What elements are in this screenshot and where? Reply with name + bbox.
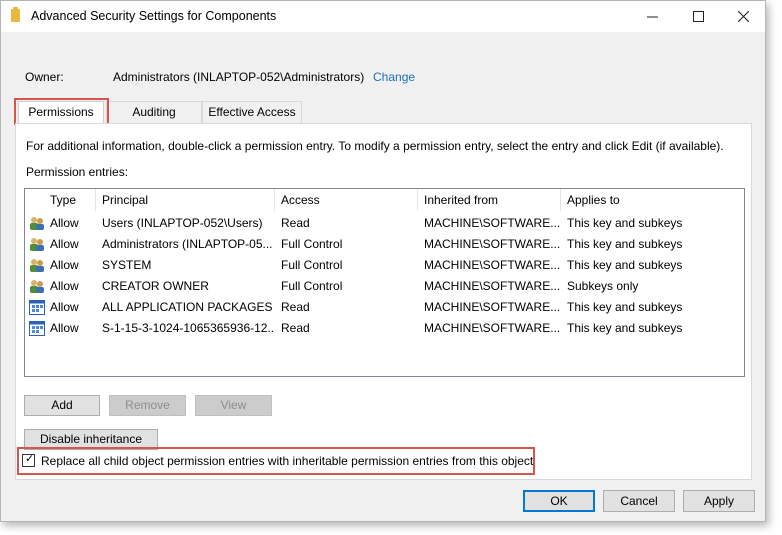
column-header-applies[interactable]: Applies to: [561, 189, 744, 211]
permission-entry-row[interactable]: Allow Administrators (INLAPTOP-05... Full …: [25, 234, 744, 255]
cell-principal: ALL APPLICATION PACKAGES: [102, 300, 273, 314]
cell-inherited: MACHINE\SOFTWARE...: [424, 279, 561, 293]
cell-principal: CREATOR OWNER: [102, 279, 209, 293]
app-packages-icon: [29, 321, 45, 336]
permission-entry-row[interactable]: Allow SYSTEM Full Control MACHINE\SOFTWARE.…: [25, 255, 744, 276]
folder-icon: [11, 7, 20, 22]
column-header-type[interactable]: Type: [44, 189, 96, 211]
cell-inherited: MACHINE\SOFTWARE...: [424, 321, 561, 335]
title-bar: Advanced Security Settings for Component…: [1, 1, 765, 32]
owner-label: Owner:: [25, 70, 64, 84]
cell-inherited: MACHINE\SOFTWARE...: [424, 300, 561, 314]
cell-type: Allow: [50, 258, 79, 272]
tab-effective-access[interactable]: Effective Access: [202, 101, 302, 123]
replace-child-entries-checkbox[interactable]: ✓ Replace all child object permission en…: [17, 450, 533, 472]
users-icon: [29, 216, 45, 231]
cell-type: Allow: [50, 237, 79, 251]
security-settings-window: Advanced Security Settings for Component…: [0, 0, 766, 522]
permission-entry-row[interactable]: Allow Users (INLAPTOP-052\Users) Read MACHI…: [25, 213, 744, 234]
tab-effective-access-label: Effective Access: [208, 105, 296, 119]
cell-applies: This key and subkeys: [567, 321, 683, 335]
cell-applies: Subkeys only: [567, 279, 639, 293]
replace-child-entries-label: Replace all child object permission entr…: [41, 454, 534, 468]
checkmark-icon: ✓: [25, 453, 35, 465]
cell-applies: This key and subkeys: [567, 300, 683, 314]
tab-permissions-label: Permissions: [28, 105, 94, 119]
cell-access: Read: [281, 216, 310, 230]
cell-applies: This key and subkeys: [567, 216, 683, 230]
permission-entry-row[interactable]: Allow CREATOR OWNER Full Control MACHINE\SO…: [25, 276, 744, 297]
cell-access: Full Control: [281, 258, 343, 272]
tab-permissions[interactable]: Permissions: [18, 101, 104, 123]
apply-button[interactable]: Apply: [683, 490, 755, 512]
permission-entry-row[interactable]: Allow ALL APPLICATION PACKAGES Read MACHINE…: [25, 297, 744, 318]
cell-access: Read: [281, 321, 310, 335]
info-text: For additional information, double-click…: [26, 139, 724, 153]
permission-entries-list[interactable]: Type Principal Access Inherited from App…: [24, 188, 745, 377]
users-icon: [29, 279, 45, 294]
permissions-panel: For additional information, double-click…: [15, 123, 752, 480]
maximize-icon[interactable]: [675, 1, 721, 32]
cell-inherited: MACHINE\SOFTWARE...: [424, 237, 561, 251]
cell-access: Full Control: [281, 279, 343, 293]
cell-principal: Administrators (INLAPTOP-05...: [102, 237, 273, 251]
cell-access: Read: [281, 300, 310, 314]
cell-principal: SYSTEM: [102, 258, 152, 272]
remove-button[interactable]: Remove: [109, 395, 186, 416]
cell-type: Allow: [50, 300, 79, 314]
checkbox-box[interactable]: ✓: [22, 453, 35, 467]
window-title: Advanced Security Settings for Component…: [31, 9, 277, 23]
cell-access: Full Control: [281, 237, 343, 251]
permission-entry-row[interactable]: Allow S-1-15-3-1024-1065365936-12... Read M…: [25, 318, 744, 339]
app-packages-icon: [29, 300, 45, 315]
owner-value: Administrators (INLAPTOP-052\Administrat…: [113, 70, 365, 84]
list-header: Type Principal Access Inherited from App…: [25, 189, 744, 211]
view-button[interactable]: View: [195, 395, 272, 416]
minimize-icon[interactable]: [629, 1, 675, 32]
users-icon: [29, 258, 45, 273]
ok-button[interactable]: OK: [523, 490, 595, 512]
cell-inherited: MACHINE\SOFTWARE...: [424, 216, 561, 230]
column-header-inherited[interactable]: Inherited from: [418, 189, 561, 211]
add-button[interactable]: Add: [24, 395, 100, 416]
cell-principal: S-1-15-3-1024-1065365936-12...: [102, 321, 275, 335]
close-icon[interactable]: [720, 1, 766, 32]
column-header-principal[interactable]: Principal: [96, 189, 275, 211]
cell-type: Allow: [50, 279, 79, 293]
cell-principal: Users (INLAPTOP-052\Users): [102, 216, 263, 230]
cell-inherited: MACHINE\SOFTWARE...: [424, 258, 561, 272]
users-icon: [29, 237, 45, 252]
cancel-button[interactable]: Cancel: [603, 490, 675, 512]
disable-inheritance-button[interactable]: Disable inheritance: [24, 429, 158, 450]
tab-auditing-label: Auditing: [132, 105, 176, 119]
tab-auditing[interactable]: Auditing: [106, 101, 202, 123]
cell-type: Allow: [50, 216, 79, 230]
cell-applies: This key and subkeys: [567, 237, 683, 251]
change-owner-link[interactable]: Change: [373, 70, 415, 84]
cell-applies: This key and subkeys: [567, 258, 683, 272]
permission-entries-label: Permission entries:: [26, 165, 129, 179]
column-header-access[interactable]: Access: [275, 189, 418, 211]
cell-type: Allow: [50, 321, 79, 335]
